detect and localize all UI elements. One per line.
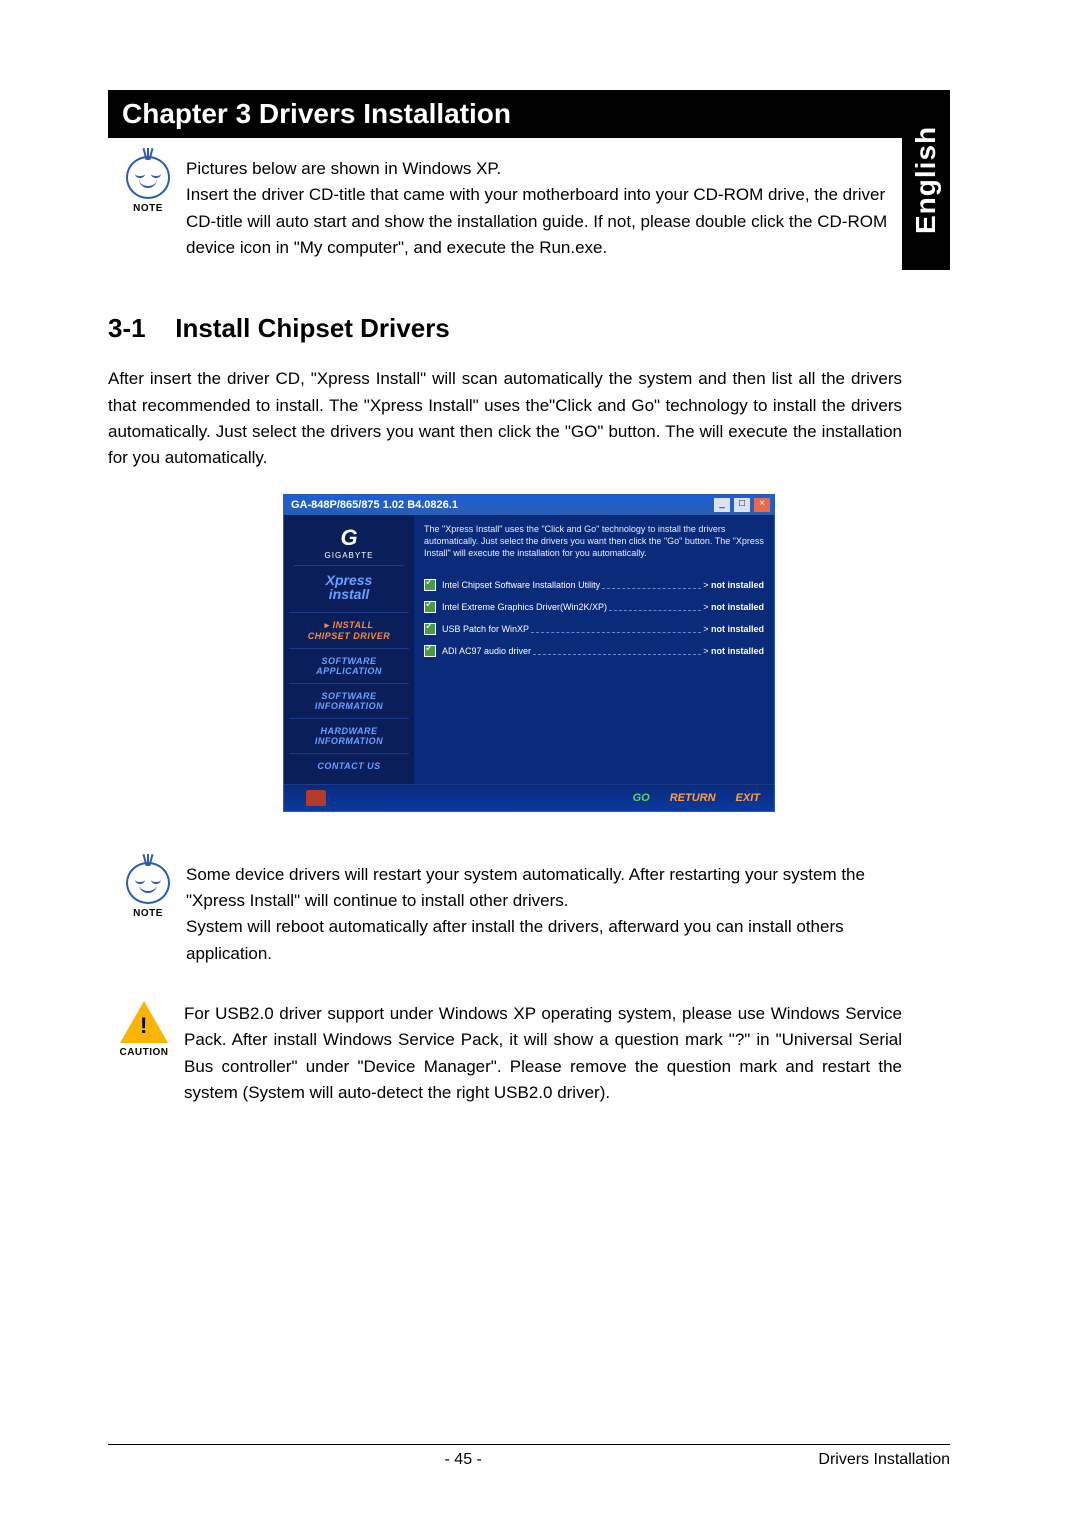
page-footer: - 45 - Drivers Installation [108, 1444, 950, 1469]
installer-titlebar: GA-848P/865/875 1.02 B4.0826.1 _ □ × [284, 495, 774, 515]
driver-row[interactable]: ADI AC97 audio driver> not installed [424, 645, 764, 657]
note-label: NOTE [133, 906, 163, 922]
caution-label: CAUTION [119, 1045, 168, 1061]
checkbox-icon[interactable] [424, 623, 436, 635]
installer-footer: GO RETURN EXIT [284, 784, 774, 811]
section-heading: 3-1 Install Chipset Drivers [108, 313, 950, 344]
note-label: NOTE [133, 201, 163, 217]
nav-software-application[interactable]: SOFTWAREAPPLICATION [289, 648, 409, 683]
return-button[interactable]: RETURN [670, 792, 716, 804]
xpress-install-logo: Xpress install [294, 570, 404, 604]
driver-status: not installed [711, 580, 764, 590]
page-number: - 45 - [108, 1451, 818, 1469]
xpress-line1: Xpress [326, 573, 373, 587]
xpress-line2: install [329, 587, 369, 601]
gigabyte-logo: G GIGABYTE [294, 521, 404, 566]
caution-block: ! CAUTION For USB2.0 driver support unde… [112, 1001, 902, 1106]
installer-description: The "Xpress Install" uses the "Click and… [424, 523, 764, 559]
section-number: 3-1 [108, 313, 168, 344]
checkbox-icon[interactable] [424, 579, 436, 591]
driver-row[interactable]: Intel Extreme Graphics Driver(Win2K/XP)>… [424, 601, 764, 613]
note-block-2: NOTE Some device drivers will restart yo… [120, 862, 902, 967]
installer-main: The "Xpress Install" uses the "Click and… [414, 515, 774, 784]
go-button[interactable]: GO [633, 792, 650, 804]
close-button[interactable]: × [753, 497, 771, 513]
driver-status: not installed [711, 602, 764, 612]
note-text-2: Some device drivers will restart your sy… [186, 862, 902, 967]
driver-name: USB Patch for WinXP [442, 624, 529, 634]
driver-name: Intel Extreme Graphics Driver(Win2K/XP) [442, 602, 607, 612]
driver-status: not installed [711, 624, 764, 634]
caution-icon: ! CAUTION [112, 1001, 176, 1061]
driver-name: Intel Chipset Software Installation Util… [442, 580, 600, 590]
caution-text: For USB2.0 driver support under Windows … [184, 1001, 902, 1106]
note-block-1: NOTE Pictures below are shown in Windows… [120, 156, 902, 261]
driver-row[interactable]: Intel Chipset Software Installation Util… [424, 579, 764, 591]
logo-g: G [340, 525, 357, 551]
nav-software-information[interactable]: SOFTWAREINFORMATION [289, 683, 409, 718]
maximize-button[interactable]: □ [733, 497, 751, 513]
note-icon: NOTE [120, 862, 176, 922]
driver-row[interactable]: USB Patch for WinXP> not installed [424, 623, 764, 635]
checkbox-icon[interactable] [424, 645, 436, 657]
installer-window: GA-848P/865/875 1.02 B4.0826.1 _ □ × G G… [283, 494, 775, 812]
exit-button[interactable]: EXIT [736, 792, 760, 804]
footer-brand-icon [306, 790, 326, 806]
section-title: Install Chipset Drivers [175, 313, 450, 343]
nav-contact-us[interactable]: CONTACT US [289, 753, 409, 778]
nav-hardware-information[interactable]: HARDWAREINFORMATION [289, 718, 409, 753]
chapter-title: Chapter 3 Drivers Installation [108, 90, 902, 138]
minimize-button[interactable]: _ [713, 497, 731, 513]
note-icon: NOTE [120, 156, 176, 216]
checkbox-icon[interactable] [424, 601, 436, 613]
paragraph-1: After insert the driver CD, "Xpress Inst… [108, 366, 902, 471]
installer-sidebar: G GIGABYTE Xpress install ▸ INSTALLCHIPS… [284, 515, 414, 784]
footer-section: Drivers Installation [818, 1451, 950, 1469]
installer-title: GA-848P/865/875 1.02 B4.0826.1 [287, 499, 458, 511]
nav-install-chipset[interactable]: ▸ INSTALLCHIPSET DRIVER [289, 612, 409, 648]
note-text-1: Pictures below are shown in Windows XP. … [186, 156, 902, 261]
logo-text: GIGABYTE [325, 551, 374, 560]
language-tab: English [902, 90, 950, 270]
page: English Chapter 3 Drivers Installation N… [0, 0, 1080, 1529]
arrow-icon: ▸ [325, 620, 330, 630]
window-buttons: _ □ × [713, 497, 771, 513]
driver-status: not installed [711, 646, 764, 656]
driver-name: ADI AC97 audio driver [442, 646, 531, 656]
